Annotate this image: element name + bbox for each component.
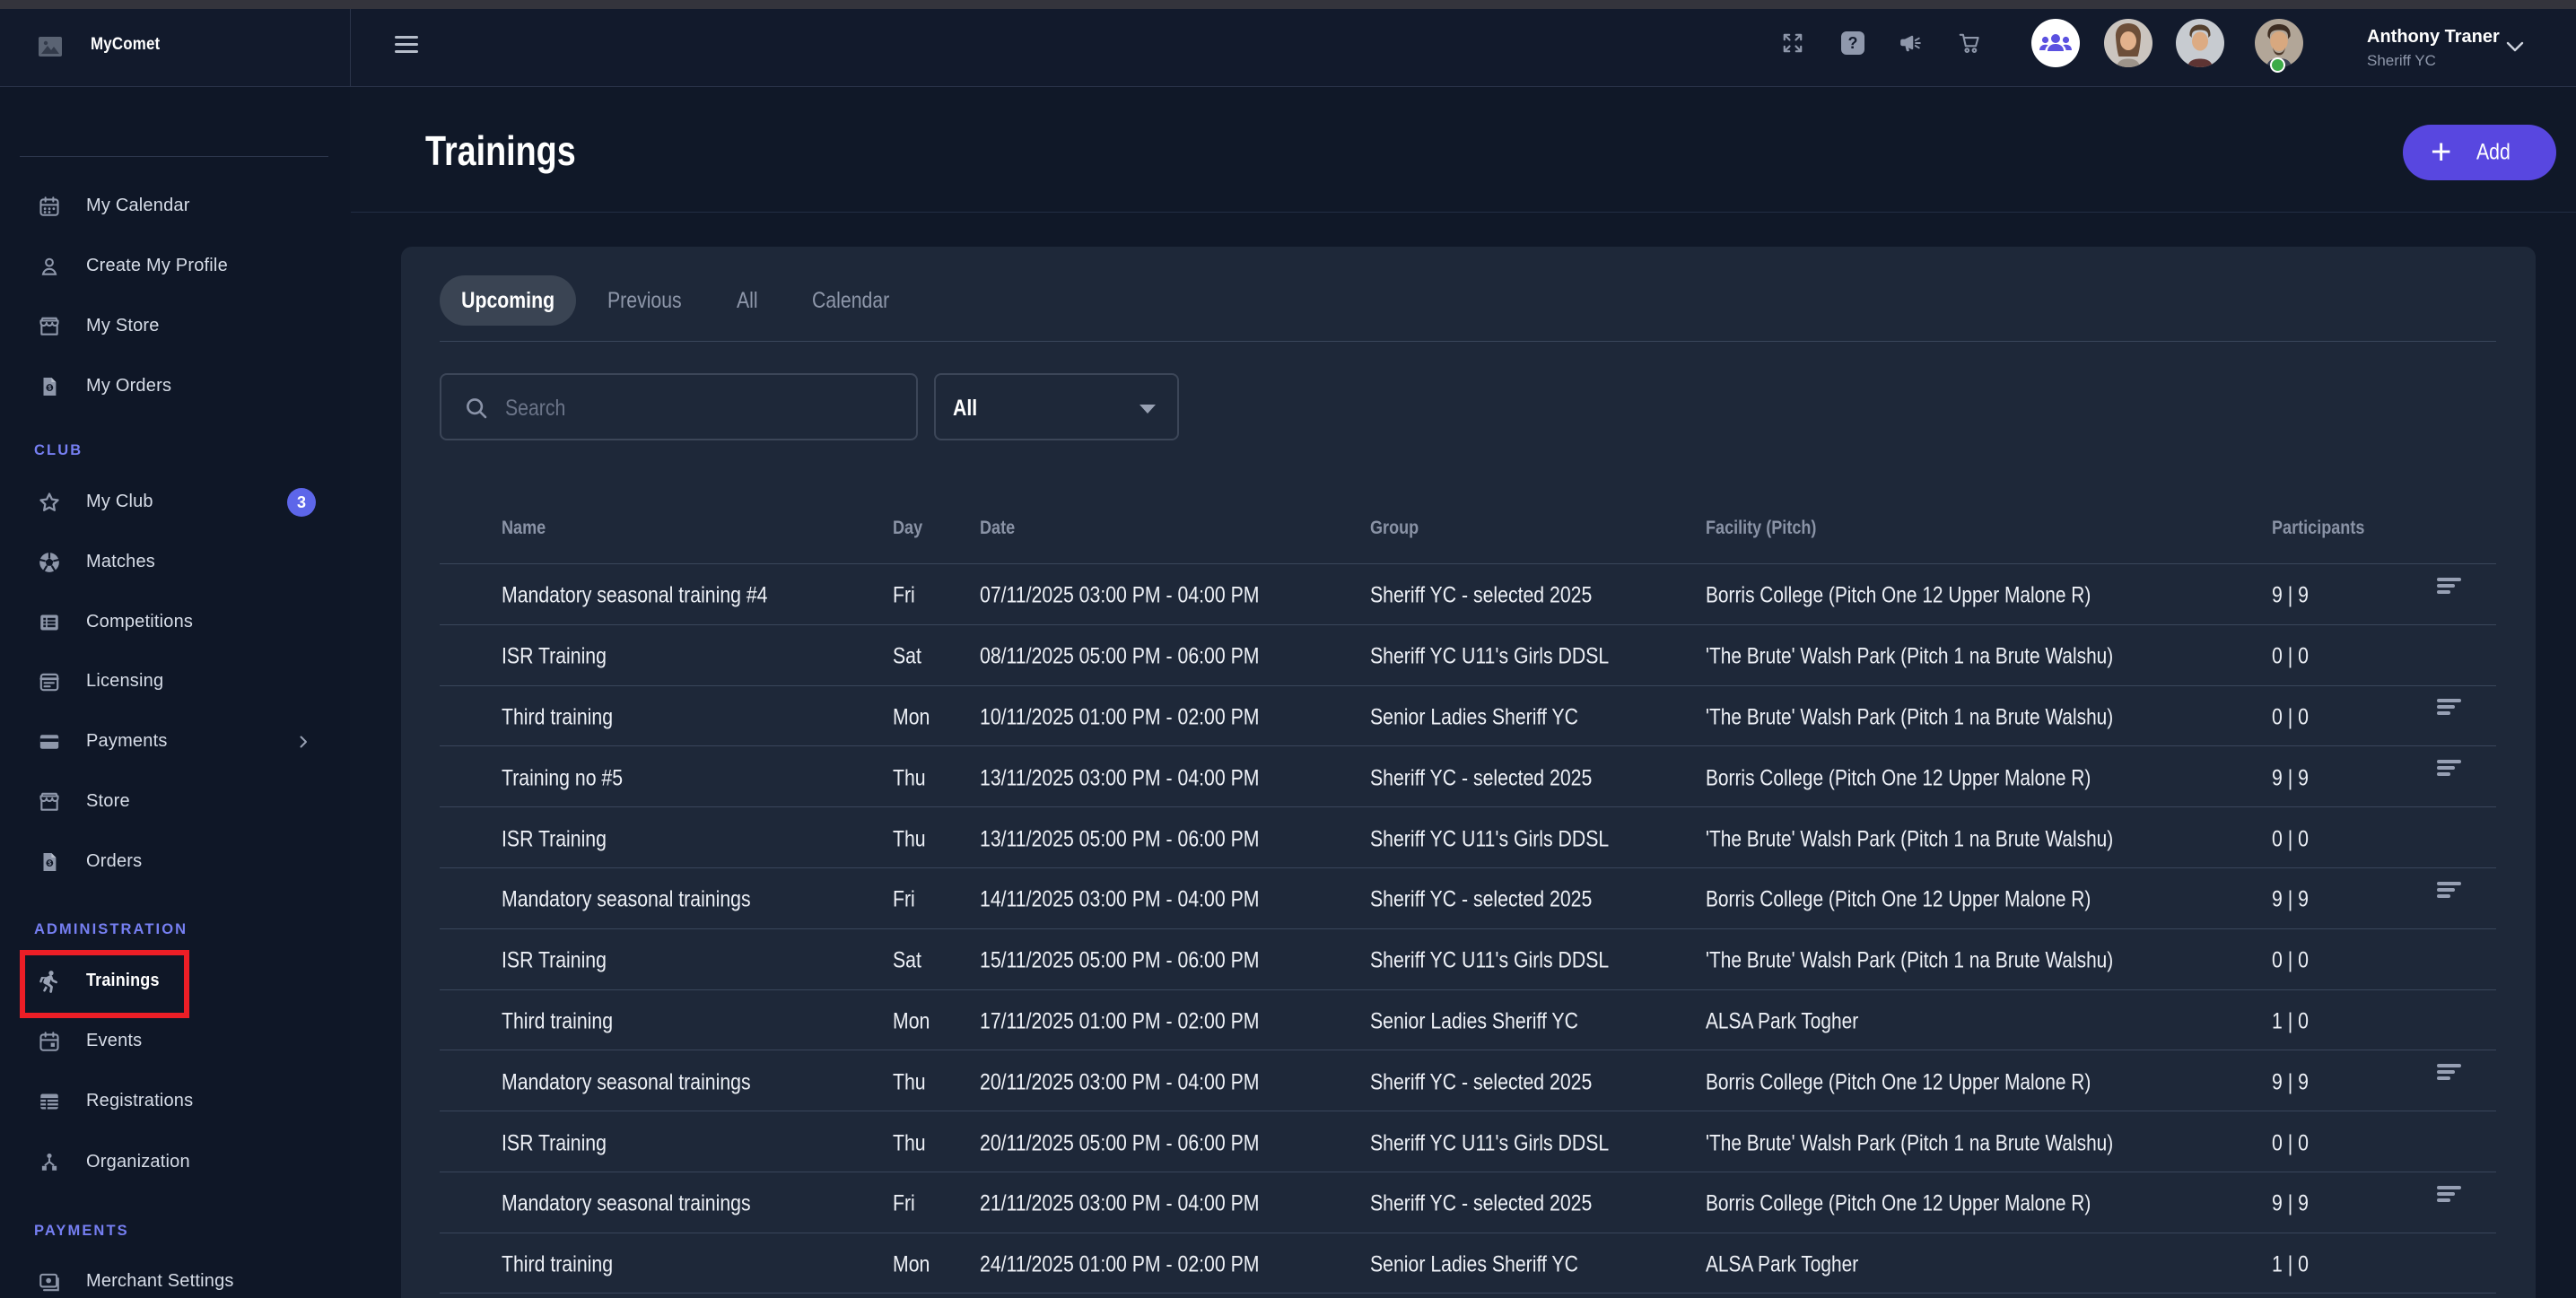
svg-text:$: $	[48, 385, 51, 392]
svg-text:$: $	[48, 860, 51, 867]
